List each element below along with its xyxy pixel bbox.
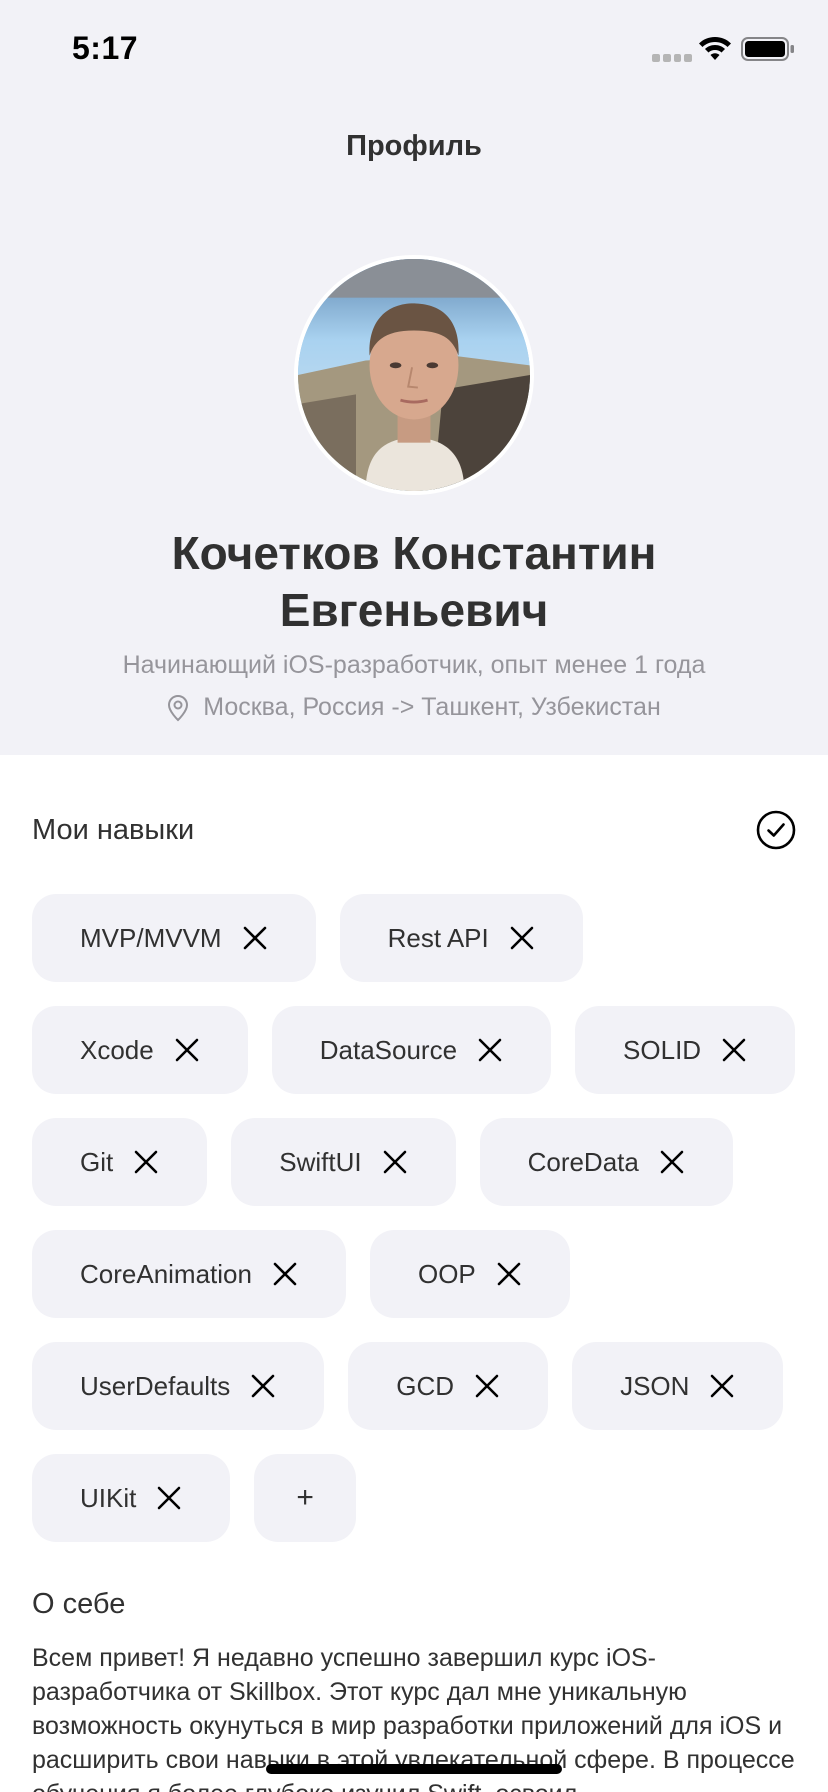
close-icon[interactable] xyxy=(156,1485,182,1511)
skill-chip-label: Xcode xyxy=(80,1034,154,1065)
close-icon[interactable] xyxy=(133,1149,159,1175)
skill-chip-label: OOP xyxy=(417,1258,476,1289)
location-row: Москва, Россия -> Ташкент, Узбекистан xyxy=(0,693,828,722)
checkmark-circle-icon xyxy=(756,810,796,850)
skill-chip-label: GCD xyxy=(396,1370,455,1401)
done-button[interactable] xyxy=(756,810,796,850)
skill-chip[interactable]: Git xyxy=(32,1118,208,1206)
skill-chip[interactable]: UserDefaults xyxy=(32,1342,325,1430)
close-icon[interactable] xyxy=(659,1149,685,1175)
skill-chip-label: SwiftUI xyxy=(279,1146,362,1177)
skill-chip[interactable]: OOP xyxy=(369,1230,570,1318)
skill-chip-label: DataSource xyxy=(319,1034,458,1065)
profile-screen: 5:17 Профиль Кочетков Константин Евгенье… xyxy=(0,0,828,1792)
skill-chip-label: UIKit xyxy=(80,1482,137,1513)
skill-chip[interactable]: Rest API xyxy=(339,894,583,982)
skill-chip-label: CoreData xyxy=(527,1146,639,1177)
close-icon[interactable] xyxy=(474,1373,500,1399)
skill-chip-label: UserDefaults xyxy=(80,1370,231,1401)
close-icon[interactable] xyxy=(721,1037,747,1063)
avatar xyxy=(294,255,534,495)
close-icon[interactable] xyxy=(242,925,268,951)
close-icon[interactable] xyxy=(496,1261,522,1287)
skill-chip[interactable]: SwiftUI xyxy=(231,1118,456,1206)
skill-chip[interactable]: Xcode xyxy=(32,1006,248,1094)
close-icon[interactable] xyxy=(477,1037,503,1063)
wifi-icon xyxy=(699,37,731,60)
skill-chip[interactable]: GCD xyxy=(348,1342,549,1430)
skill-chip-label: SOLID xyxy=(623,1034,702,1065)
close-icon[interactable] xyxy=(382,1149,408,1175)
skill-chip-label: CoreAnimation xyxy=(80,1258,252,1289)
skill-chip[interactable]: CoreAnimation xyxy=(32,1230,346,1318)
skill-chip-label: MVP/MVVM xyxy=(80,922,222,953)
close-icon[interactable] xyxy=(509,925,535,951)
status-time: 5:17 xyxy=(72,30,139,66)
add-skill-button[interactable]: + xyxy=(254,1454,356,1542)
cellular-signal-icon xyxy=(652,54,692,62)
skill-chip[interactable]: DataSource xyxy=(271,1006,552,1094)
home-indicator xyxy=(266,1764,562,1774)
skills-chip-list: MVP/MVVM Rest API Xcode DataSource SOLID Git S… xyxy=(32,894,804,1542)
about-title: О себе xyxy=(32,1588,126,1620)
skills-title: Мои навыки xyxy=(32,813,195,846)
profile-header: 5:17 Профиль Кочетков Константин Евгенье… xyxy=(0,0,828,755)
skill-chip[interactable]: MVP/MVVM xyxy=(32,894,316,982)
skill-chip[interactable]: UIKit xyxy=(32,1454,231,1542)
skill-chip[interactable]: JSON xyxy=(572,1342,784,1430)
status-bar: 5:17 xyxy=(0,0,828,100)
skill-chip-label: JSON xyxy=(620,1370,690,1401)
close-icon[interactable] xyxy=(174,1037,200,1063)
battery-icon xyxy=(741,37,794,61)
page-title: Профиль xyxy=(346,130,482,162)
skill-chip-label: Git xyxy=(80,1146,114,1177)
skill-chip[interactable]: SOLID xyxy=(575,1006,796,1094)
close-icon[interactable] xyxy=(272,1261,298,1287)
profile-name: Кочетков Константин Евгеньевич xyxy=(171,527,657,636)
skill-chip-label: Rest API xyxy=(387,922,489,953)
skills-header: Мои навыки xyxy=(32,806,796,854)
close-icon[interactable] xyxy=(709,1373,735,1399)
close-icon[interactable] xyxy=(250,1373,276,1399)
location-text: Москва, Россия -> Ташкент, Узбекистан xyxy=(203,693,661,721)
skill-chip[interactable]: CoreData xyxy=(479,1118,733,1206)
location-pin-icon xyxy=(168,694,189,721)
profile-subtitle: Начинающий iOS-разработчик, опыт менее 1… xyxy=(122,651,706,679)
